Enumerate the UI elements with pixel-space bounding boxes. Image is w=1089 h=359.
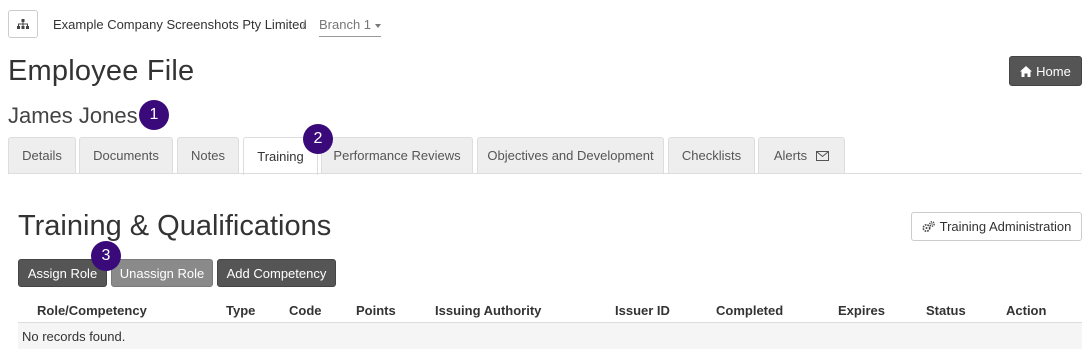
tab-label: Alerts <box>773 148 808 163</box>
tab-label: Documents <box>93 148 159 163</box>
training-administration-button[interactable]: Training Administration <box>911 212 1082 241</box>
step-badge-1: 1 <box>139 100 169 130</box>
envelope-icon <box>816 150 830 161</box>
tab-notes[interactable]: Notes <box>177 137 239 173</box>
table-row <box>18 323 1082 349</box>
column-header-type: Type <box>226 303 256 318</box>
home-button[interactable]: Home <box>1009 56 1082 86</box>
branch-label: Branch 1 <box>319 17 372 32</box>
step-badge-3: 3 <box>91 241 121 271</box>
column-header-status: Status <box>926 303 966 318</box>
tab-performance-reviews[interactable]: Performance Reviews <box>321 137 473 173</box>
org-switcher-button[interactable] <box>8 10 38 38</box>
column-header-completed: Completed <box>716 303 784 318</box>
column-header-code: Code <box>289 303 322 318</box>
tab-label: Performance Reviews <box>333 148 461 163</box>
tab-documents[interactable]: Documents <box>79 137 173 173</box>
column-header-points: Points <box>356 303 396 318</box>
add-competency-button[interactable]: Add Competency <box>217 259 336 287</box>
column-header-issuing-authority: Issuing Authority <box>435 303 542 318</box>
tab-objectives-and-development[interactable]: Objectives and Development <box>477 137 664 173</box>
home-label: Home <box>1036 63 1071 79</box>
add-competency-label: Add Competency <box>226 265 327 281</box>
step-badge-2: 2 <box>303 124 333 154</box>
empty-table-message: No records found. <box>22 329 126 344</box>
tab-checklists[interactable]: Checklists <box>668 137 755 173</box>
section-title: Training & Qualifications <box>18 210 332 242</box>
tab-label: Details <box>22 148 62 163</box>
home-icon <box>1020 65 1033 77</box>
branch-dropdown[interactable]: Branch 1 <box>319 17 382 37</box>
unassign-role-label: Unassign Role <box>119 265 205 281</box>
caret-down-icon <box>375 23 382 28</box>
cogs-icon <box>922 220 935 232</box>
column-header-action: Action <box>1006 303 1047 318</box>
unassign-role-button[interactable]: Unassign Role <box>111 259 213 287</box>
column-header-expires: Expires <box>838 303 885 318</box>
tab-details[interactable]: Details <box>8 137 76 173</box>
tab-label: Objectives and Development <box>487 148 654 163</box>
employee-name: James Jones <box>8 103 138 128</box>
column-header-role-competency: Role/Competency <box>37 303 147 318</box>
tabs-divider <box>8 173 1082 174</box>
page-title: Employee File <box>8 55 195 87</box>
tab-label: Training <box>257 149 304 164</box>
sitemap-icon <box>17 19 29 29</box>
tab-label: Notes <box>191 148 225 163</box>
training-administration-label: Training Administration <box>939 219 1072 234</box>
breadcrumb-separator: / <box>302 17 306 32</box>
column-header-issuer-id: Issuer ID <box>615 303 670 318</box>
breadcrumb-company[interactable]: Example Company Screenshots Pty Limited <box>53 17 307 32</box>
tab-alerts[interactable]: Alerts <box>758 137 845 173</box>
tab-label: Checklists <box>681 148 742 163</box>
assign-role-label: Assign Role <box>27 265 98 281</box>
